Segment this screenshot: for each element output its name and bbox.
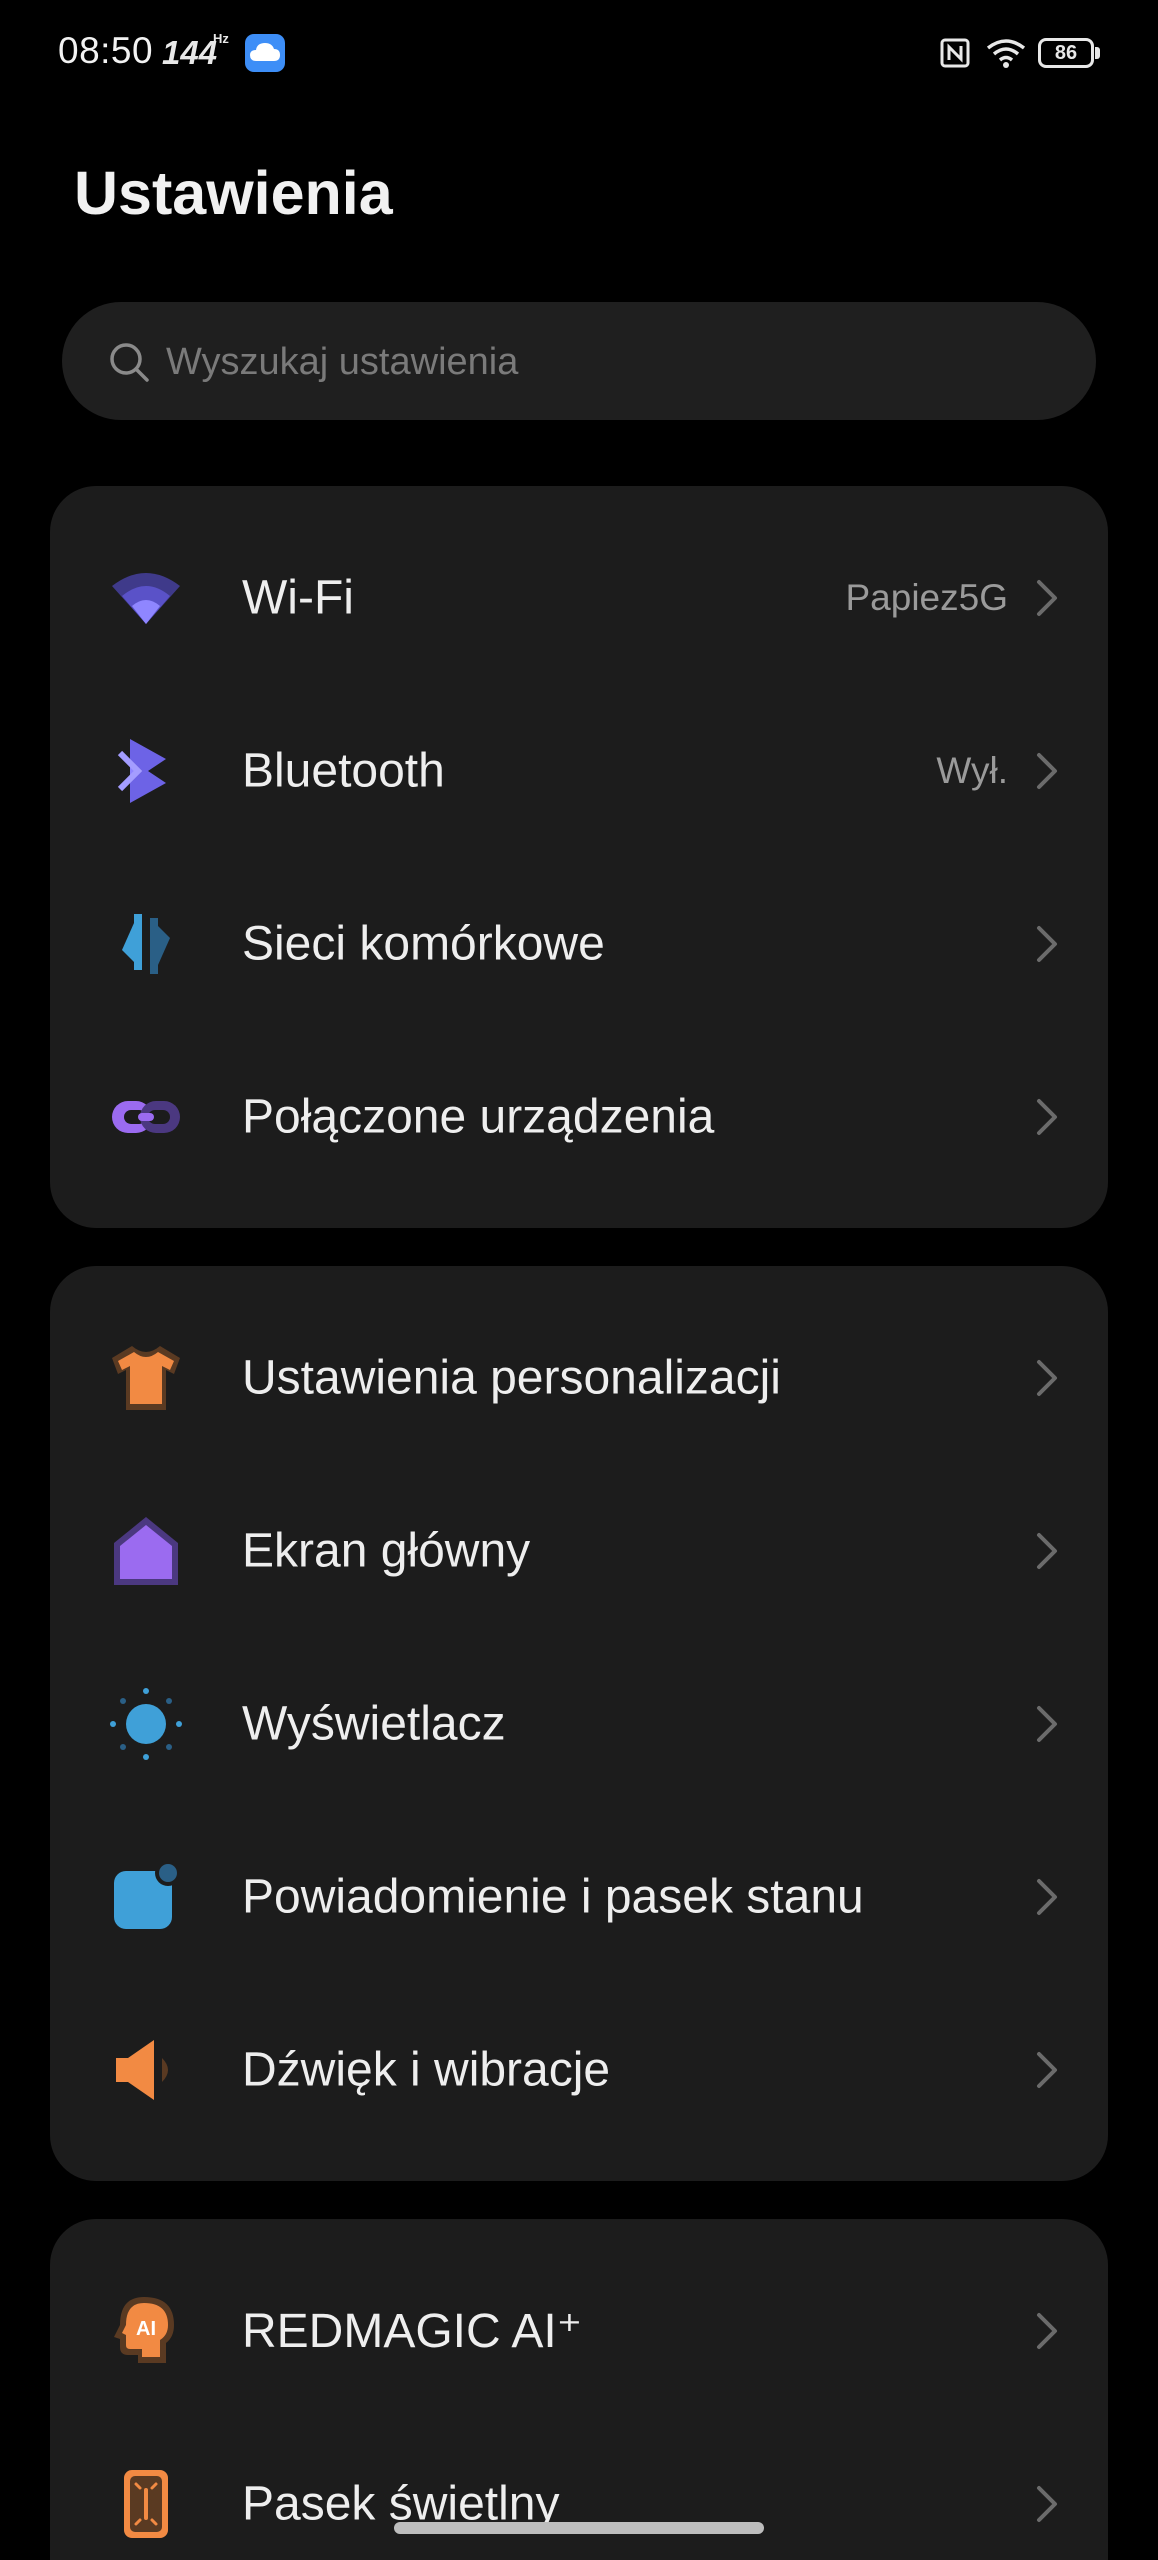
wifi-status-icon <box>986 39 1026 68</box>
refresh-rate: 144 <box>162 34 218 71</box>
search-icon <box>110 343 149 382</box>
home-icon <box>114 1516 178 1585</box>
search-input[interactable]: Wyszukaj ustawienia <box>62 302 1096 420</box>
settings-item-notifications[interactable]: Powiadomienie i pasek stanu <box>50 1810 1108 1983</box>
home-indicator[interactable] <box>394 2522 764 2534</box>
chevron-right-icon <box>1037 1878 1057 1915</box>
speaker-icon <box>116 2039 168 2100</box>
settings-item-home-screen[interactable]: Ekran główny <box>50 1464 1108 1637</box>
settings-item-display[interactable]: Wyświetlacz <box>50 1637 1108 1810</box>
brightness-icon <box>110 1687 182 1760</box>
settings-group-connectivity: Wi-Fi Papiez5G Bluetooth Wył. Sieci komó… <box>50 486 1108 1228</box>
battery-icon: 86 <box>1038 38 1094 68</box>
item-value: Papiez5G <box>845 576 1009 618</box>
item-label: Ekran główny <box>242 1524 531 1577</box>
settings-item-wifi[interactable]: Wi-Fi Papiez5G <box>50 511 1108 684</box>
notification-icon <box>114 1859 181 1929</box>
cloud-icon <box>245 34 285 72</box>
search-placeholder: Wyszukaj ustawienia <box>166 341 519 383</box>
settings-item-mobile-networks[interactable]: Sieci komórkowe <box>50 857 1108 1030</box>
chevron-right-icon <box>1037 1359 1057 1396</box>
light-bar-icon <box>124 2469 168 2538</box>
refresh-rate-unit: Hz <box>213 31 229 46</box>
item-label: Wi-Fi <box>242 571 354 624</box>
settings-group-personalization: Ustawienia personalizacji Ekran główny W… <box>50 1266 1108 2181</box>
chevron-right-icon <box>1037 925 1057 962</box>
settings-item-connected-devices[interactable]: Połączone urządzenia <box>50 1030 1108 1203</box>
chevron-right-icon <box>1037 2051 1057 2088</box>
status-bar: 08:50 144 Hz 86 <box>0 0 1158 110</box>
bluetooth-icon <box>117 738 166 803</box>
settings-item-light-bar[interactable]: Pasek świetlny <box>50 2417 1108 2560</box>
settings-item-personalization[interactable]: Ustawienia personalizacji <box>50 1291 1108 1464</box>
chevron-right-icon <box>1037 2312 1057 2349</box>
connected-devices-icon <box>112 1100 180 1133</box>
settings-group-redmagic: AI REDMAGIC AI⁺ Pasek świetlny <box>50 2219 1108 2560</box>
battery-tip <box>1095 47 1100 59</box>
item-label: Bluetooth <box>242 744 445 797</box>
chevron-right-icon <box>1037 1532 1057 1569</box>
settings-item-redmagic-ai[interactable]: AI REDMAGIC AI⁺ <box>50 2244 1108 2417</box>
tshirt-icon <box>112 1345 180 1410</box>
item-label: Ustawienia personalizacji <box>242 1351 781 1404</box>
status-time: 08:50 <box>58 30 154 71</box>
chevron-right-icon <box>1037 752 1057 789</box>
page-title: Ustawienia <box>74 159 393 227</box>
chevron-right-icon <box>1037 579 1057 616</box>
item-label: Dźwięk i wibracje <box>242 2043 611 2096</box>
settings-item-bluetooth[interactable]: Bluetooth Wył. <box>50 684 1108 857</box>
item-label: REDMAGIC AI⁺ <box>242 2304 583 2358</box>
chevron-right-icon <box>1037 1098 1057 1135</box>
item-label: Połączone urządzenia <box>242 1090 715 1143</box>
mobile-network-icon <box>122 913 170 974</box>
settings-item-sound[interactable]: Dźwięk i wibracje <box>50 1983 1108 2156</box>
chevron-right-icon <box>1037 1705 1057 1742</box>
item-label: Wyświetlacz <box>242 1697 506 1750</box>
item-label: Sieci komórkowe <box>242 917 605 970</box>
ai-icon: AI <box>114 2296 174 2363</box>
item-label: Powiadomienie i pasek stanu <box>242 1870 864 1923</box>
item-value: Wył. <box>936 749 1008 791</box>
chevron-right-icon <box>1037 2485 1057 2522</box>
svg-text:AI: AI <box>136 2318 156 2340</box>
wifi-icon <box>112 572 180 624</box>
settings-screen: 08:50 144 Hz 86 Ustawienia Wyszukaj usta… <box>0 0 1158 2560</box>
nfc-icon <box>940 38 970 68</box>
